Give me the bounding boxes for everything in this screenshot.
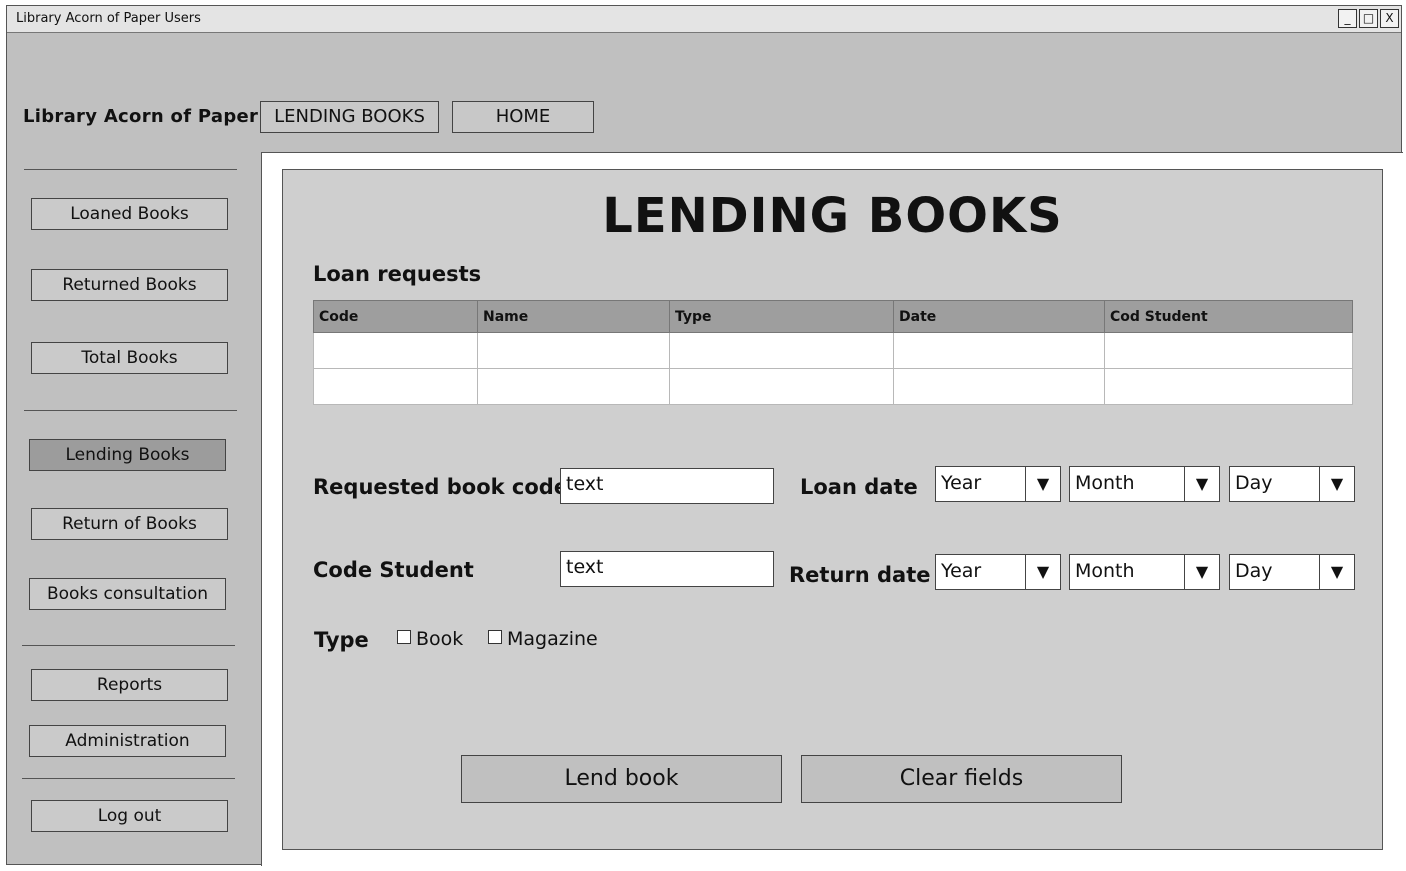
table-cell[interactable] (893, 368, 1105, 405)
checkbox-icon[interactable] (397, 630, 411, 644)
dropdown-arrow-icon[interactable]: ▼ (1025, 555, 1060, 589)
sidebar-item-return-of-books[interactable]: Return of Books (31, 508, 228, 540)
code-student-input[interactable]: text (560, 551, 774, 587)
dropdown-arrow-icon[interactable]: ▼ (1184, 467, 1219, 501)
window-title: Library Acorn of Paper Users (16, 11, 201, 26)
return-month-select[interactable]: Month ▼ (1069, 554, 1220, 590)
return-year-value: Year (941, 560, 982, 582)
table-header-row: Code Name Type Date Cod Student (313, 300, 1353, 333)
app-window: Library Acorn of Paper Users _ □ X Libra… (6, 5, 1403, 866)
table-row[interactable] (313, 332, 1353, 369)
requested-book-code-label: Requested book code (313, 475, 569, 499)
content-area: LENDING BOOKS Loan requests Code Name Ty… (261, 152, 1403, 866)
title-bar: Library Acorn of Paper Users _ □ X (7, 6, 1401, 33)
minimize-icon[interactable]: _ (1338, 9, 1357, 28)
return-year-select[interactable]: Year ▼ (935, 554, 1061, 590)
column-header-type[interactable]: Type (669, 300, 894, 333)
loan-month-select[interactable]: Month ▼ (1069, 466, 1220, 502)
lend-book-button[interactable]: Lend book (461, 755, 782, 803)
table-cell[interactable] (669, 368, 894, 405)
loan-year-select[interactable]: Year ▼ (935, 466, 1061, 502)
sidebar-item-returned-books[interactable]: Returned Books (31, 269, 228, 301)
type-label: Type (314, 628, 369, 652)
page-title: LENDING BOOKS (602, 188, 1063, 244)
sidebar-item-reports[interactable]: Reports (31, 669, 228, 701)
column-header-name[interactable]: Name (477, 300, 670, 333)
loan-requests-label: Loan requests (313, 262, 482, 286)
loan-requests-table: Code Name Type Date Cod Student (313, 300, 1353, 405)
code-student-label: Code Student (313, 558, 474, 582)
return-day-value: Day (1235, 560, 1273, 582)
magazine-checkbox-label: Magazine (507, 628, 598, 650)
dropdown-arrow-icon[interactable]: ▼ (1319, 467, 1354, 501)
dropdown-arrow-icon[interactable]: ▼ (1184, 555, 1219, 589)
clear-fields-button[interactable]: Clear fields (801, 755, 1122, 803)
sidebar-item-total-books[interactable]: Total Books (31, 342, 228, 374)
table-cell[interactable] (669, 332, 894, 369)
nav-lending-books-button[interactable]: LENDING BOOKS (260, 101, 439, 133)
sidebar-item-loaned-books[interactable]: Loaned Books (31, 198, 228, 230)
brand-title: Library Acorn of Paper (23, 106, 259, 127)
lending-panel: LENDING BOOKS Loan requests Code Name Ty… (282, 169, 1383, 850)
table-cell[interactable] (1104, 332, 1353, 369)
checkbox-icon[interactable] (488, 630, 502, 644)
book-checkbox[interactable]: Book (397, 628, 463, 650)
dropdown-arrow-icon[interactable]: ▼ (1319, 555, 1354, 589)
table-cell[interactable] (893, 332, 1105, 369)
sidebar-item-administration[interactable]: Administration (29, 725, 226, 757)
column-header-cod-student[interactable]: Cod Student (1104, 300, 1353, 333)
column-header-code[interactable]: Code (313, 300, 478, 333)
table-cell[interactable] (477, 368, 670, 405)
requested-book-code-input[interactable]: text (560, 468, 774, 504)
book-checkbox-label: Book (416, 628, 464, 650)
sidebar-divider (22, 778, 235, 779)
sidebar-item-books-consultation[interactable]: Books consultation (29, 578, 226, 610)
sidebar-divider (24, 169, 237, 170)
sidebar-divider (22, 645, 235, 646)
column-header-date[interactable]: Date (893, 300, 1105, 333)
nav-home-button[interactable]: HOME (452, 101, 594, 133)
sidebar-item-log-out[interactable]: Log out (31, 800, 228, 832)
table-cell[interactable] (313, 332, 478, 369)
return-date-label: Return date (789, 563, 931, 587)
sidebar-divider (24, 410, 237, 411)
maximize-icon[interactable]: □ (1359, 9, 1378, 28)
close-icon[interactable]: X (1380, 9, 1399, 28)
return-month-value: Month (1075, 560, 1135, 582)
table-row[interactable] (313, 368, 1353, 405)
magazine-checkbox[interactable]: Magazine (488, 628, 598, 650)
table-cell[interactable] (1104, 368, 1353, 405)
loan-day-select[interactable]: Day ▼ (1229, 466, 1355, 502)
loan-month-value: Month (1075, 472, 1135, 494)
loan-day-value: Day (1235, 472, 1273, 494)
loan-date-label: Loan date (800, 475, 918, 499)
sidebar-item-lending-books[interactable]: Lending Books (29, 439, 226, 471)
return-day-select[interactable]: Day ▼ (1229, 554, 1355, 590)
table-cell[interactable] (477, 332, 670, 369)
loan-year-value: Year (941, 472, 982, 494)
dropdown-arrow-icon[interactable]: ▼ (1025, 467, 1060, 501)
table-cell[interactable] (313, 368, 478, 405)
